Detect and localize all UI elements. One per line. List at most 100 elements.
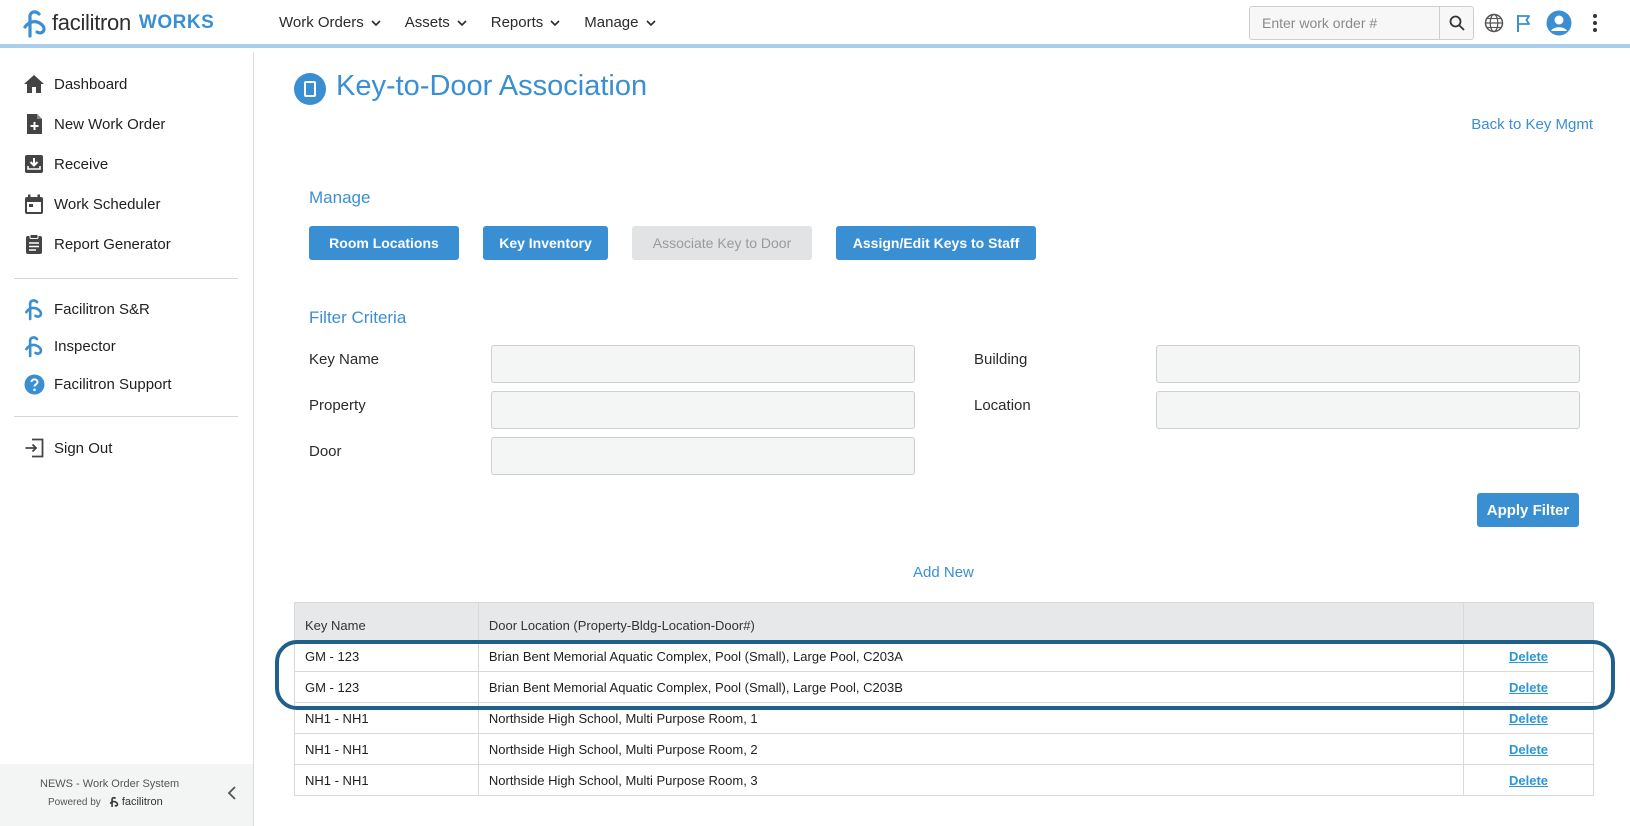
action-cell: Delete bbox=[1463, 640, 1594, 672]
calendar-icon bbox=[22, 192, 46, 216]
globe-icon[interactable] bbox=[1482, 11, 1506, 35]
sidebar-item-new-work-order[interactable]: New Work Order bbox=[22, 110, 165, 138]
sidebar-item-facilitron-support[interactable]: Facilitron Support bbox=[22, 370, 172, 398]
key-name-label: Key Name bbox=[309, 351, 380, 368]
door-field[interactable] bbox=[491, 437, 915, 475]
sidebar-item-receive[interactable]: Receive bbox=[22, 150, 108, 178]
search-button[interactable] bbox=[1439, 7, 1473, 39]
brand-suffix: WORKS bbox=[138, 12, 215, 33]
nav-reports[interactable]: Reports bbox=[491, 14, 561, 31]
delete-link[interactable]: Delete bbox=[1509, 742, 1548, 757]
chevron-left-icon bbox=[227, 786, 236, 800]
back-to-key-mgmt-link[interactable]: Back to Key Mgmt bbox=[1471, 116, 1593, 133]
associate-key-to-door-button[interactable]: Associate Key to Door bbox=[632, 226, 812, 260]
key-name-cell: NH1 - NH1 bbox=[294, 733, 479, 765]
sidebar-item-label: Inspector bbox=[54, 337, 116, 355]
column-header-key-name[interactable]: Key Name bbox=[294, 602, 479, 641]
key-name-cell: GM - 123 bbox=[294, 640, 479, 672]
work-order-search-input[interactable] bbox=[1250, 7, 1440, 39]
main-nav: Work Orders Assets Reports Manage bbox=[279, 14, 680, 31]
chevron-down-icon bbox=[550, 19, 560, 26]
sidebar-divider bbox=[14, 278, 238, 279]
sidebar-footer: NEWS - Work Order System Powered by faci… bbox=[0, 764, 253, 826]
key-inventory-button[interactable]: Key Inventory bbox=[483, 226, 608, 260]
delete-link[interactable]: Delete bbox=[1509, 773, 1548, 788]
assign-edit-keys-button[interactable]: Assign/Edit Keys to Staff bbox=[836, 226, 1036, 260]
door-location-cell: Brian Bent Memorial Aquatic Complex, Poo… bbox=[477, 671, 1465, 703]
door-icon bbox=[294, 73, 326, 105]
table-row: GM - 123 Brian Bent Memorial Aquatic Com… bbox=[294, 671, 1594, 703]
more-vertical-icon[interactable] bbox=[1583, 11, 1607, 35]
inbox-download-icon bbox=[22, 152, 46, 176]
brand-name: facilitron bbox=[52, 10, 131, 35]
door-location-cell: Northside High School, Multi Purpose Roo… bbox=[477, 733, 1465, 765]
filter-criteria-heading: Filter Criteria bbox=[309, 308, 407, 327]
facilitron-works-logo[interactable]: facilitron WORKS bbox=[22, 8, 214, 38]
sidebar-item-inspector[interactable]: Inspector bbox=[22, 332, 116, 360]
sidebar-item-work-scheduler[interactable]: Work Scheduler bbox=[22, 190, 160, 218]
sidebar-divider bbox=[14, 416, 238, 417]
table-row: NH1 - NH1 Northside High School, Multi P… bbox=[294, 733, 1594, 765]
nav-label: Reports bbox=[490, 14, 544, 31]
nav-manage[interactable]: Manage bbox=[584, 14, 656, 31]
nav-label: Manage bbox=[584, 14, 639, 31]
facilitron-logo-icon bbox=[23, 10, 46, 38]
nav-label: Work Orders bbox=[279, 14, 364, 31]
sidebar-item-label: Facilitron S&R bbox=[54, 300, 150, 318]
table-row: GM - 123 Brian Bent Memorial Aquatic Com… bbox=[294, 640, 1594, 672]
building-label: Building bbox=[974, 351, 1028, 368]
location-field[interactable] bbox=[1156, 391, 1580, 429]
action-cell: Delete bbox=[1463, 671, 1594, 703]
chevron-down-icon bbox=[371, 19, 381, 26]
apply-filter-button[interactable]: Apply Filter bbox=[1477, 493, 1579, 527]
sidebar-item-label: Sign Out bbox=[54, 439, 113, 457]
delete-link[interactable]: Delete bbox=[1509, 711, 1548, 726]
column-header-door-location[interactable]: Door Location (Property-Bldg-Location-Do… bbox=[477, 602, 1465, 641]
new-document-icon bbox=[22, 112, 46, 136]
delete-link[interactable]: Delete bbox=[1509, 680, 1548, 695]
sidebar-item-facilitron-sr[interactable]: Facilitron S&R bbox=[22, 295, 150, 323]
collapse-sidebar-button[interactable] bbox=[223, 784, 241, 802]
action-cell: Delete bbox=[1463, 733, 1594, 765]
key-name-field[interactable] bbox=[491, 345, 915, 383]
sidebar-item-sign-out[interactable]: Sign Out bbox=[22, 434, 112, 462]
sidebar-item-report-generator[interactable]: Report Generator bbox=[22, 230, 171, 258]
chevron-down-icon bbox=[645, 19, 656, 26]
sign-out-icon bbox=[22, 436, 46, 460]
delete-link[interactable]: Delete bbox=[1509, 649, 1548, 664]
key-door-table: Key Name Door Location (Property-Bldg-Lo… bbox=[294, 602, 1594, 796]
sidebar-item-label: Receive bbox=[54, 155, 109, 173]
room-locations-button[interactable]: Room Locations bbox=[309, 226, 459, 260]
nav-assets[interactable]: Assets bbox=[405, 14, 467, 31]
key-name-cell: GM - 123 bbox=[294, 671, 479, 703]
door-location-cell: Northside High School, Multi Purpose Roo… bbox=[477, 702, 1465, 734]
flag-icon[interactable] bbox=[1512, 11, 1536, 35]
facilitron-logo-icon bbox=[22, 334, 46, 358]
top-bar: facilitron WORKS Work Orders Assets Repo… bbox=[0, 0, 1630, 48]
door-location-cell: Northside High School, Multi Purpose Roo… bbox=[477, 764, 1465, 796]
powered-by-brand-name: facilitron bbox=[121, 796, 163, 808]
facilitron-logo-icon bbox=[22, 297, 46, 321]
table-row: NH1 - NH1 Northside High School, Multi P… bbox=[294, 764, 1594, 796]
add-new-link[interactable]: Add New bbox=[913, 564, 974, 581]
door-location-cell: Brian Bent Memorial Aquatic Complex, Poo… bbox=[477, 640, 1465, 672]
work-order-search bbox=[1249, 6, 1474, 40]
property-field[interactable] bbox=[491, 391, 915, 429]
powered-by-brand: facilitron bbox=[109, 796, 163, 808]
facilitron-logo-icon bbox=[109, 796, 119, 807]
search-icon bbox=[1449, 15, 1465, 31]
user-avatar-icon[interactable] bbox=[1545, 9, 1573, 37]
chevron-down-icon bbox=[457, 19, 467, 26]
sidebar-item-label: Facilitron Support bbox=[54, 375, 172, 393]
key-name-cell: NH1 - NH1 bbox=[294, 702, 479, 734]
nav-work-orders[interactable]: Work Orders bbox=[279, 14, 381, 31]
key-name-cell: NH1 - NH1 bbox=[294, 764, 479, 796]
sidebar-item-label: Report Generator bbox=[54, 235, 171, 253]
powered-by: Powered by facilitron bbox=[48, 796, 163, 808]
sidebar-item-dashboard[interactable]: Dashboard bbox=[22, 70, 127, 98]
building-field[interactable] bbox=[1156, 345, 1580, 383]
sidebar-item-label: Work Scheduler bbox=[54, 195, 161, 213]
action-cell: Delete bbox=[1463, 764, 1594, 796]
table-row: NH1 - NH1 Northside High School, Multi P… bbox=[294, 702, 1594, 734]
system-name: NEWS - Work Order System bbox=[40, 778, 180, 790]
